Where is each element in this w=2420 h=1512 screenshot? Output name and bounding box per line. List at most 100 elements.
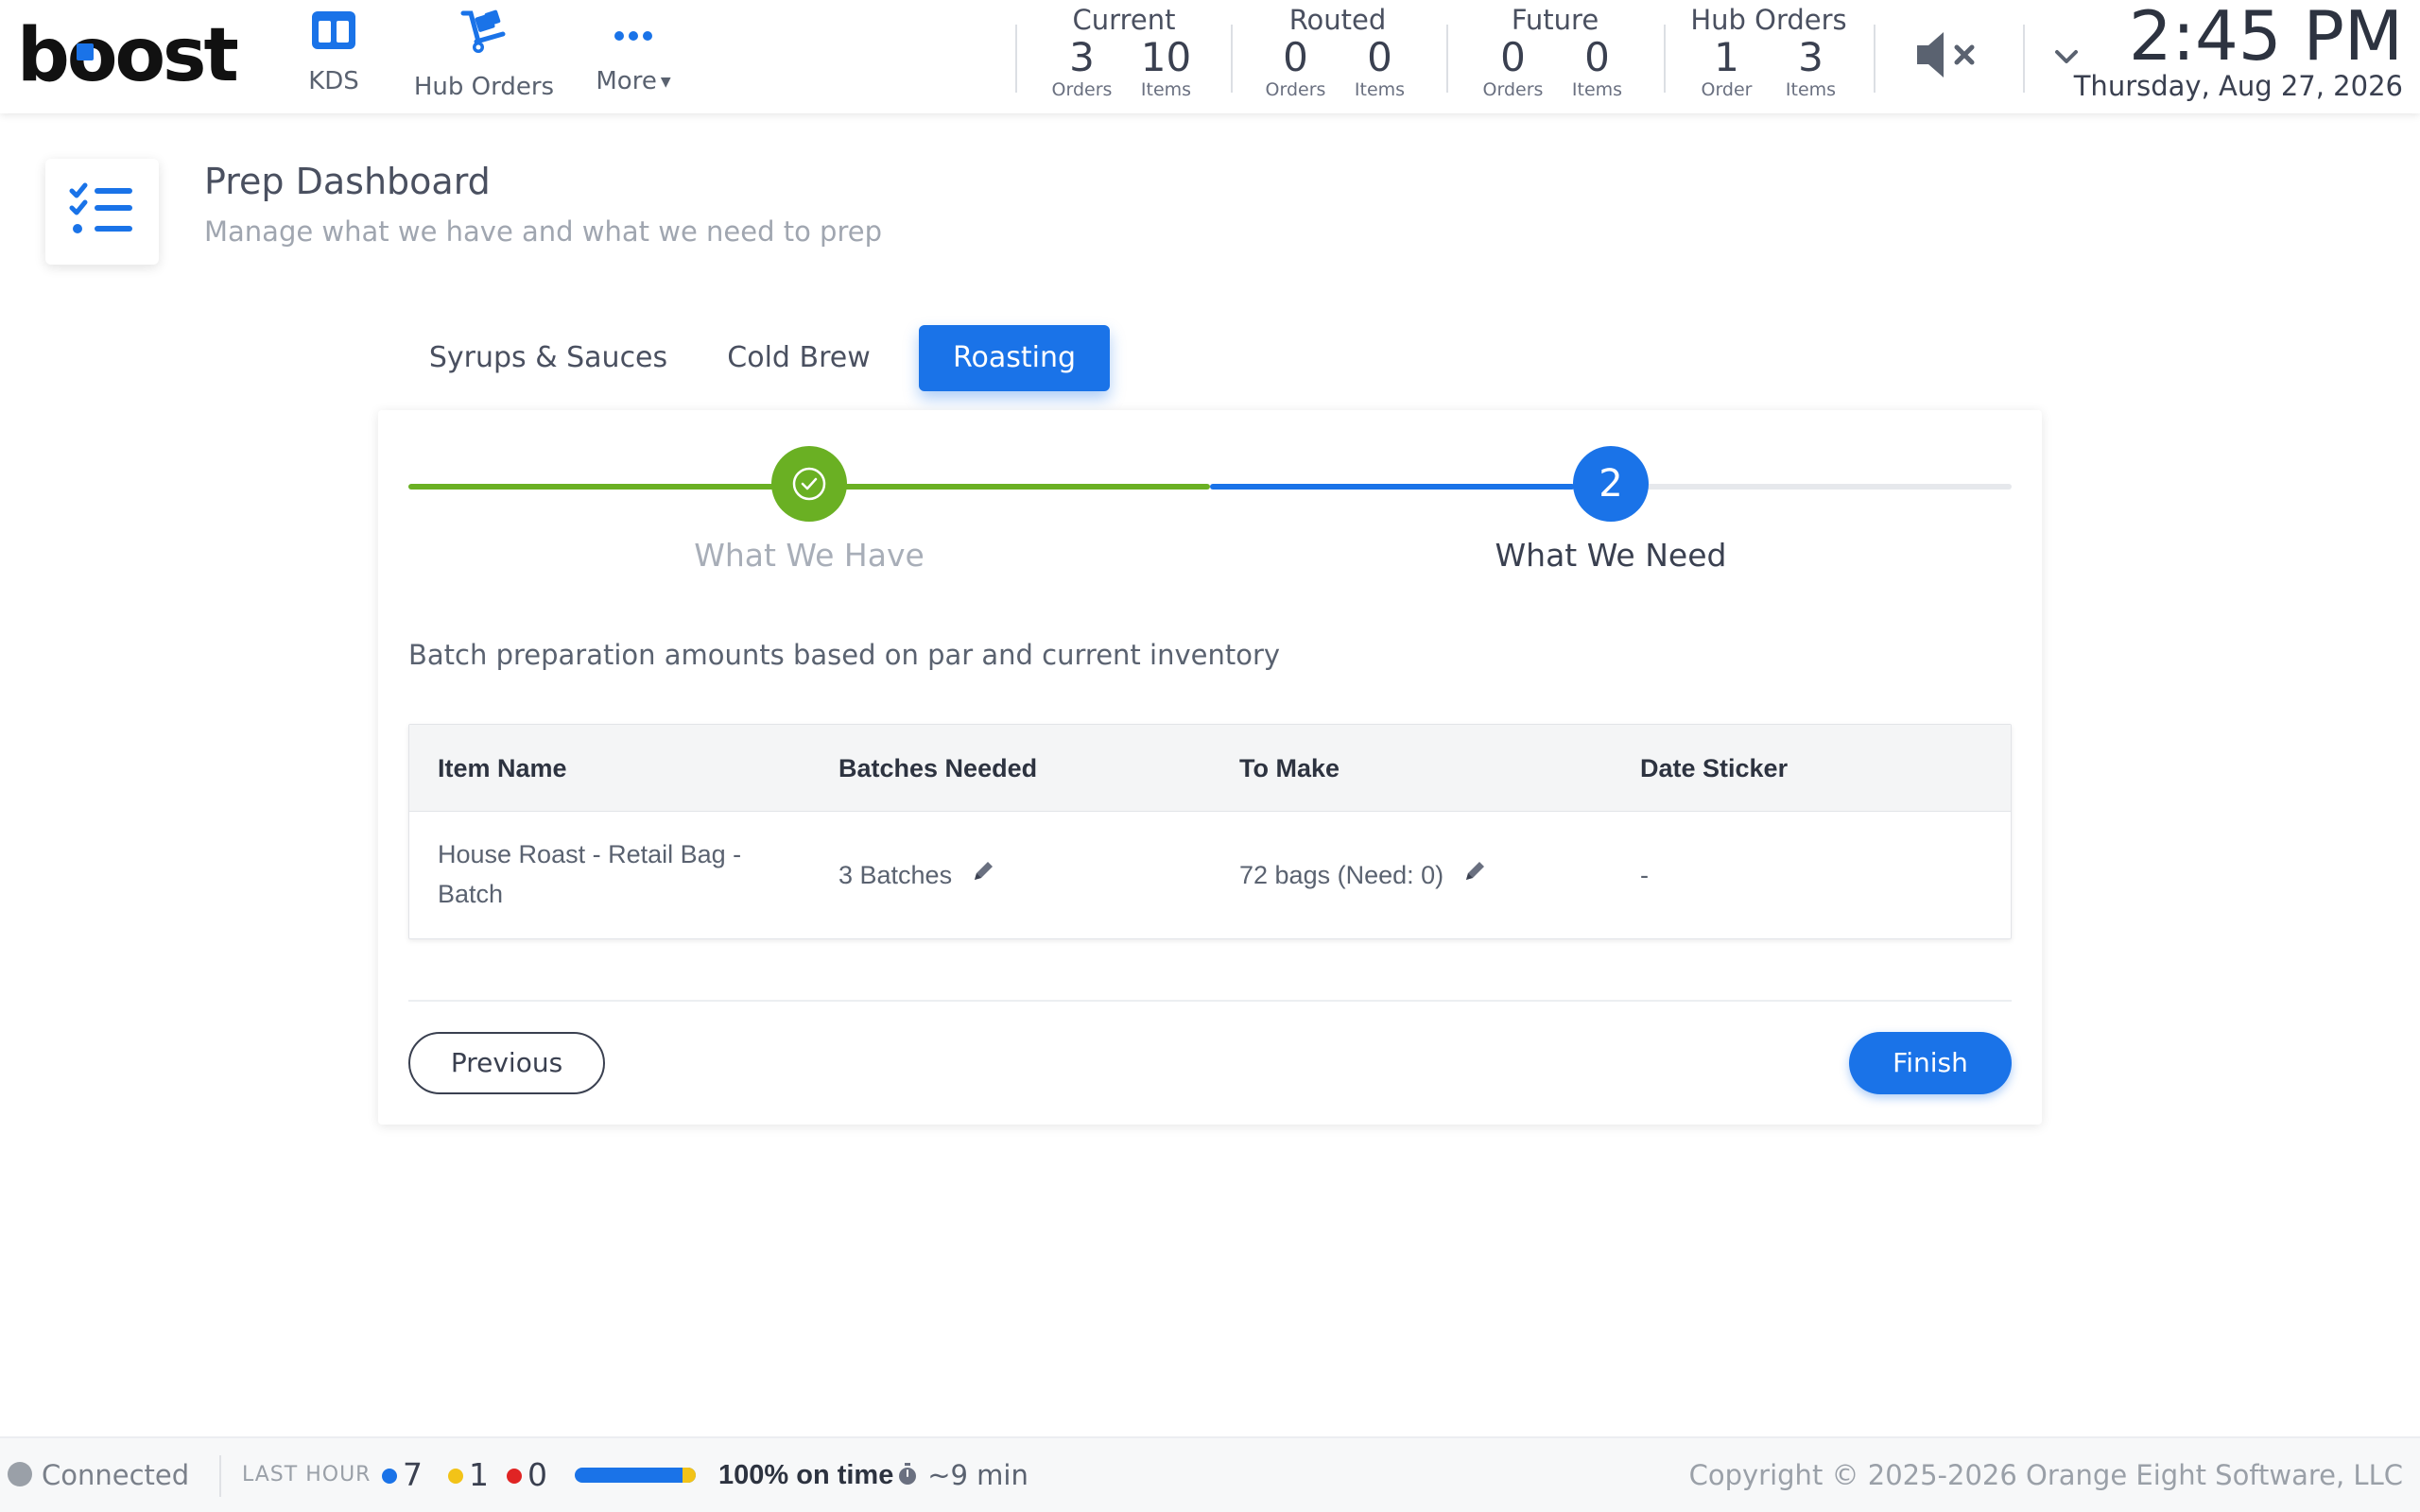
checklist-icon — [69, 182, 132, 233]
divider — [1874, 25, 1876, 93]
stat-unit: Items — [1140, 79, 1192, 100]
divider — [408, 1000, 2012, 1002]
yellow-dot-icon — [448, 1469, 463, 1484]
cell-batches-needed: 3 Batches — [838, 855, 997, 897]
edit-to-make-button[interactable] — [1461, 857, 1489, 897]
nav-more-label: More ▼ — [596, 67, 671, 95]
stat-value: 0 — [1367, 34, 1392, 80]
stat-value: 3 — [1069, 34, 1095, 80]
count-warning: 1 — [448, 1438, 489, 1512]
stat-current[interactable]: Current 3 Orders 10 Items — [1021, 0, 1227, 113]
batches-value: 3 Batches — [838, 861, 953, 889]
pencil-icon — [1465, 861, 1484, 880]
column-header-batches-needed: Batches Needed — [838, 754, 1038, 782]
finish-button[interactable]: Finish — [1849, 1032, 2012, 1094]
nav-kds-label: KDS — [308, 67, 359, 95]
divider — [1231, 25, 1233, 93]
tab-roasting[interactable]: Roasting — [919, 325, 1110, 391]
caret-down-icon: ▼ — [660, 74, 671, 90]
table-row: House Roast - Retail Bag - Batch 3 Batch… — [409, 812, 2011, 938]
stat-unit: Orders — [1482, 79, 1544, 100]
nav-more[interactable]: More ▼ — [588, 9, 679, 95]
more-dots-icon — [614, 31, 652, 41]
column-header-item-name: Item Name — [438, 754, 567, 782]
stat-title: Future — [1511, 4, 1599, 36]
stat-unit: Orders — [1265, 79, 1326, 100]
stat-title: Current — [1072, 4, 1176, 36]
connected-check-icon — [8, 1462, 32, 1486]
stat-value: 0 — [1283, 34, 1308, 80]
clock: 2:45 PM Thursday, Aug 27, 2026 — [2074, 0, 2403, 102]
stat-value: 0 — [1500, 34, 1526, 80]
average-time: ~9 min — [896, 1438, 1028, 1512]
divider — [1446, 25, 1448, 93]
top-bar: boost KDS Hub Orders More▼ Current — [0, 0, 2420, 113]
stat-unit: Items — [1571, 79, 1623, 100]
cell-to-make: 72 bags (Need: 0) — [1239, 855, 1489, 897]
cell-date-sticker: - — [1640, 861, 1649, 889]
copyright: Copyright © 2025-2026 Orange Eight Softw… — [1688, 1459, 2403, 1491]
stat-routed[interactable]: Routed 0 Orders 0 Items — [1235, 0, 1441, 113]
prep-card: 2 What We Have What We Need Batch prepar… — [378, 410, 2042, 1125]
red-dot-icon — [507, 1469, 522, 1484]
step-1-label: What We Have — [694, 537, 925, 574]
step-2-dot[interactable]: 2 — [1573, 446, 1649, 522]
progress-warning-segment — [683, 1468, 696, 1483]
step-1-dot[interactable] — [771, 446, 847, 522]
prep-table: Item Name Batches Needed To Make Date St… — [408, 724, 2012, 939]
count-value: 1 — [469, 1456, 489, 1493]
divider — [2023, 25, 2025, 93]
boost-logo[interactable]: boost — [17, 13, 239, 98]
tab-syrups-sauces[interactable]: Syrups & Sauces — [416, 325, 681, 391]
mute-button[interactable] — [1913, 25, 1989, 85]
step-description: Batch preparation amounts based on par a… — [408, 639, 1281, 671]
stat-value: 10 — [1140, 34, 1192, 80]
speaker-muted-icon — [1917, 32, 1975, 77]
page-title: Prep Dashboard — [204, 161, 491, 202]
stat-unit: Order — [1701, 79, 1753, 100]
clock-time: 2:45 PM — [2128, 0, 2403, 76]
kds-grid-icon — [312, 11, 355, 49]
cell-item-name: House Roast - Retail Bag - Batch — [438, 840, 742, 908]
edit-batches-button[interactable] — [969, 857, 997, 897]
stat-value: 0 — [1584, 34, 1610, 80]
step-2-label: What We Need — [1495, 537, 1727, 574]
stat-future[interactable]: Future 0 Orders 0 Items — [1452, 0, 1658, 113]
stat-unit: Orders — [1051, 79, 1113, 100]
page-subtitle: Manage what we have and what we need to … — [204, 215, 882, 248]
tab-cold-brew[interactable]: Cold Brew — [700, 325, 898, 391]
nav-hub-orders-label: Hub Orders — [413, 73, 555, 101]
on-time-percentage: 100% on time — [718, 1460, 894, 1490]
nav-hub-orders[interactable]: Hub Orders — [412, 9, 556, 101]
stat-value: 1 — [1714, 34, 1739, 80]
clock-date: Thursday, Aug 27, 2026 — [2073, 70, 2403, 102]
divider — [1015, 25, 1017, 93]
stat-title: Hub Orders — [1690, 4, 1847, 36]
page-icon-tile — [45, 159, 159, 265]
divider — [219, 1455, 221, 1497]
connection-status: Connected — [8, 1438, 189, 1512]
on-time-progress-bar — [575, 1468, 696, 1483]
stepper-track-active — [1210, 484, 1575, 490]
last-hour-label: LAST HOUR — [242, 1463, 372, 1486]
stat-value: 3 — [1798, 34, 1824, 80]
blue-dot-icon — [382, 1469, 397, 1484]
stat-hub-orders[interactable]: Hub Orders 1 Order 3 Items — [1666, 0, 1872, 113]
to-make-value: 72 bags (Need: 0) — [1239, 861, 1444, 889]
column-header-date-sticker: Date Sticker — [1640, 754, 1789, 782]
check-circle-icon — [792, 467, 826, 501]
count-value: 0 — [527, 1456, 547, 1493]
count-on-time: 7 — [382, 1438, 423, 1512]
stat-unit: Items — [1354, 79, 1406, 100]
average-time-value: ~9 min — [927, 1459, 1028, 1491]
connection-label: Connected — [42, 1459, 190, 1491]
pencil-icon — [974, 861, 993, 880]
table-header: Item Name Batches Needed To Make Date St… — [409, 725, 2011, 812]
count-late: 0 — [507, 1438, 547, 1512]
stat-unit: Items — [1785, 79, 1837, 100]
stopwatch-icon — [899, 1463, 916, 1485]
hand-truck-icon — [460, 9, 506, 53]
nav-kds[interactable]: KDS — [299, 9, 369, 95]
stat-title: Routed — [1288, 4, 1387, 36]
previous-button[interactable]: Previous — [408, 1032, 605, 1094]
